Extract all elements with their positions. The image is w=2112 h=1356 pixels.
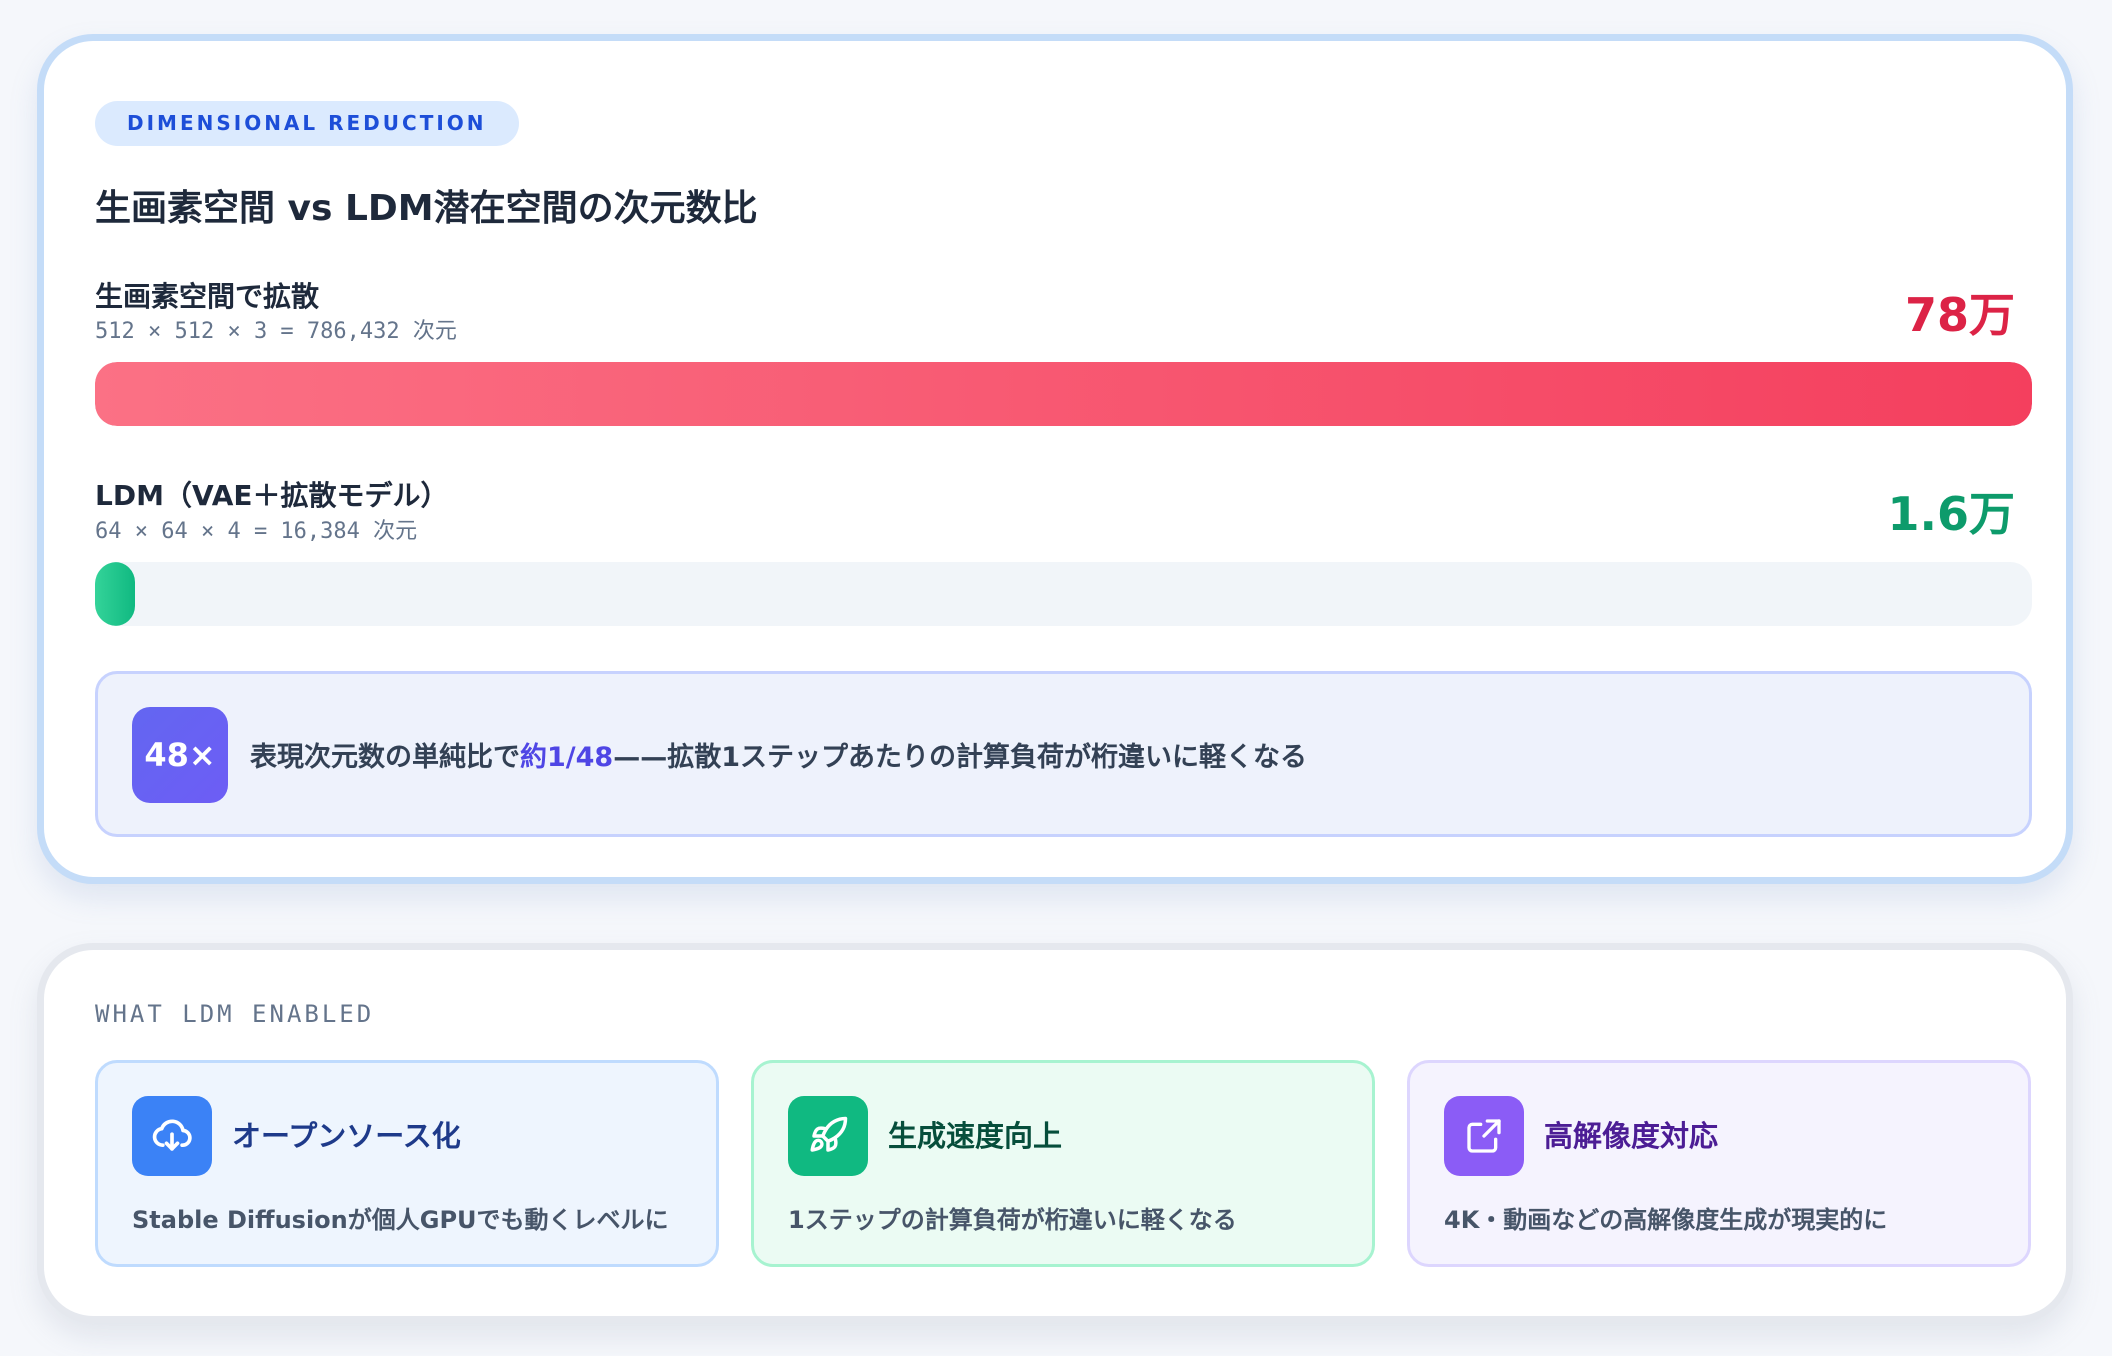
summary-before: 表現次元数の単純比で [250,741,520,773]
ldm-formula: 64 × 64 × 4 = 16,384 次元 [95,519,418,544]
pixel-space-formula: 512 × 512 × 3 = 786,432 次元 [95,319,457,344]
ldm-value: 1.6万 [1887,487,2016,541]
summary-after: ——拡散1ステップあたりの計算負荷が桁違いに軽くなる [613,741,1308,773]
summary-highlight: 約1/48 [520,741,614,773]
ldm-label: LDM（VAE＋拡散モデル） [95,479,449,512]
ldm-bar-track [95,562,2032,626]
feature-desc: 4K・動画などの高解像度生成が現実的に [1444,1206,1888,1234]
pixel-space-bar-track [95,362,2032,426]
feature-title: 高解像度対応 [1544,1119,1719,1153]
feature-high-resolution: 高解像度対応 4K・動画などの高解像度生成が現実的に [1407,1060,2031,1267]
feature-title: 生成速度向上 [888,1119,1063,1153]
ratio-badge: 48× [132,707,228,803]
ratio-summary-text: 表現次元数の単純比で 約1/48 ——拡散1ステップあたりの計算負荷が桁違いに軽くな… [250,674,1307,834]
feature-title: オープンソース化 [232,1119,461,1153]
feature-speed: 生成速度向上 1ステップの計算負荷が桁違いに軽くなる [751,1060,1375,1267]
enabled-section-label: WHAT LDM ENABLED [95,1000,375,1028]
feature-desc: Stable Diffusionが個人GPUでも動くレベルに [132,1206,669,1234]
feature-open-source: オープンソース化 Stable Diffusionが個人GPUでも動くレベルに [95,1060,719,1267]
rocket-icon [788,1096,868,1176]
ldm-enabled-card: WHAT LDM ENABLED オープンソース化 Stable Diffusi… [37,943,2073,1323]
ldm-bar [95,562,136,626]
feature-desc: 1ステップの計算負荷が桁違いに軽くなる [788,1206,1237,1234]
cloud-download-icon [132,1096,212,1176]
pixel-space-label: 生画素空間で拡散 [95,280,320,313]
comparison-title: 生画素空間 vs LDM潜在空間の次元数比 [95,188,758,229]
dimension-comparison-card: DIMENSIONAL REDUCTION 生画素空間 vs LDM潜在空間の次… [37,34,2073,884]
expand-icon [1444,1096,1524,1176]
ratio-summary-box: 48× 表現次元数の単純比で 約1/48 ——拡散1ステップあたりの計算負荷が桁違い… [95,671,2032,837]
section-tag: DIMENSIONAL REDUCTION [95,101,519,146]
pixel-space-value: 78万 [1904,288,2015,342]
pixel-space-bar [95,362,2032,426]
